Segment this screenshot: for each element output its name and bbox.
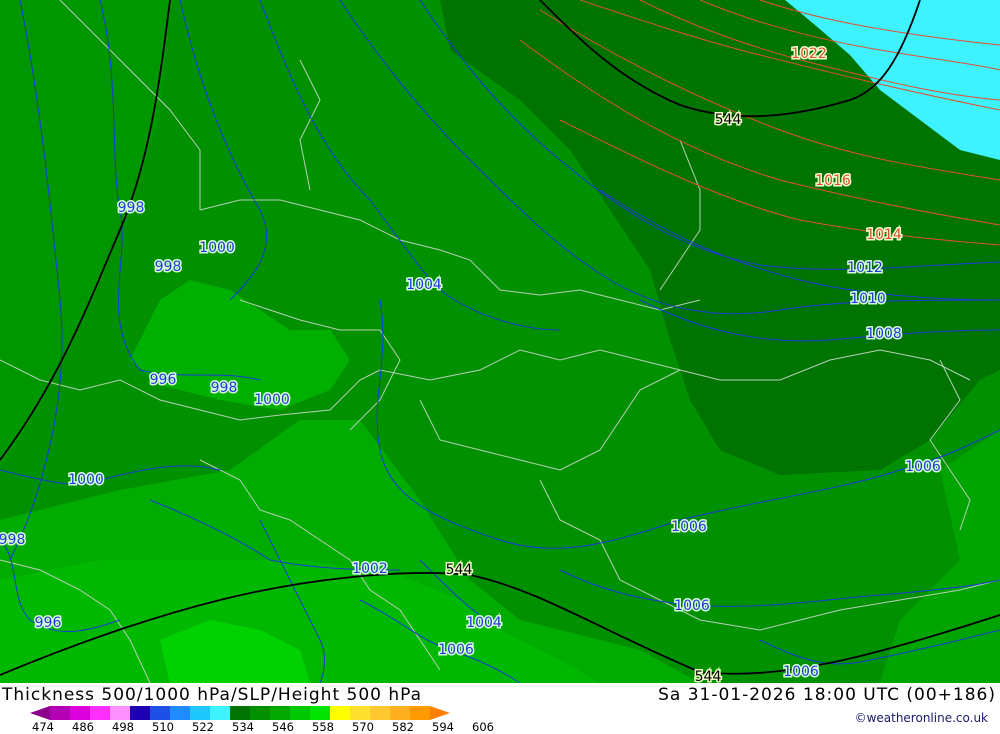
isobar-label-red: 1016 [815, 173, 851, 189]
thickness-legend [30, 706, 450, 720]
isobar-label: 1006 [438, 642, 474, 658]
legend-swatch [290, 706, 310, 720]
isobar-label: 996 [150, 372, 177, 388]
isobar-label: 998 [0, 532, 25, 548]
legend-swatch [110, 706, 130, 720]
legend-tick: 606 [472, 720, 494, 734]
legend-swatch [50, 706, 70, 720]
isobar-label: 1004 [406, 277, 442, 293]
legend-tick: 510 [152, 720, 174, 734]
legend-tick: 594 [432, 720, 454, 734]
height-label: 544 [695, 669, 722, 683]
legend-swatch [230, 706, 250, 720]
isobar-label: 998 [211, 380, 238, 396]
legend-tick: 570 [352, 720, 374, 734]
legend-swatch [150, 706, 170, 720]
legend-tick: 486 [72, 720, 94, 734]
legend-swatch [190, 706, 210, 720]
legend-tick: 474 [32, 720, 54, 734]
legend-tick: 534 [232, 720, 254, 734]
map-title: Thickness 500/1000 hPa/SLP/Height 500 hP… [2, 685, 423, 705]
legend-swatch [170, 706, 190, 720]
valid-time: Sa 31-01-2026 18:00 UTC (00+186) [658, 685, 996, 705]
isobar-label: 1000 [199, 240, 235, 256]
isobar-label-red: 1014 [866, 227, 902, 243]
isobar-label: 1006 [674, 598, 710, 614]
weather-map: 998 1000 998 1004 996 998 1000 1000 998 … [0, 0, 1000, 683]
legend-swatch [130, 706, 150, 720]
legend-swatch [90, 706, 110, 720]
legend-swatch [30, 706, 50, 720]
isobar-label: 1008 [866, 326, 902, 342]
legend-tick: 498 [112, 720, 134, 734]
isobar-label-red: 1022 [791, 46, 827, 62]
legend-swatch [270, 706, 290, 720]
legend-swatch [70, 706, 90, 720]
legend-swatch [310, 706, 330, 720]
legend-ticks: 474 486 498 510 522 534 546 558 570 582 594 606 [0, 720, 520, 734]
credit-link[interactable]: ©weatheronline.co.uk [855, 711, 988, 725]
legend-swatch [350, 706, 370, 720]
isobar-label: 1000 [68, 472, 104, 488]
isobar-label: 1012 [847, 260, 883, 276]
legend-tick: 546 [272, 720, 294, 734]
isobar-label: 1006 [671, 519, 707, 535]
legend-swatch [330, 706, 350, 720]
isobar-label: 1002 [352, 561, 388, 577]
isobar-label: 1006 [783, 664, 819, 680]
legend-tick: 558 [312, 720, 334, 734]
legend-swatch [390, 706, 410, 720]
isobar-label: 1000 [254, 392, 290, 408]
height-label: 544 [715, 112, 742, 128]
legend-swatch [430, 706, 450, 720]
legend-swatch [250, 706, 270, 720]
isobar-label: 996 [35, 615, 62, 631]
isobar-label: 998 [118, 200, 145, 216]
legend-tick: 582 [392, 720, 414, 734]
isobar-label: 1010 [850, 291, 886, 307]
legend-swatch [410, 706, 430, 720]
isobar-label: 1006 [905, 459, 941, 475]
isobar-label: 998 [155, 259, 182, 275]
isobar-label: 1004 [466, 615, 502, 631]
legend-swatch [210, 706, 230, 720]
height-label: 544 [446, 562, 473, 578]
legend-swatch [370, 706, 390, 720]
legend-tick: 522 [192, 720, 214, 734]
map-footer: Thickness 500/1000 hPa/SLP/Height 500 hP… [0, 683, 1000, 734]
